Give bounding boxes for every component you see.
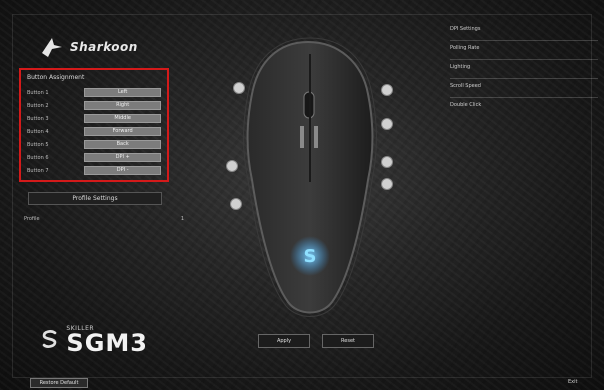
button-assignment-select[interactable]: DPI +: [84, 153, 161, 162]
exit-button[interactable]: Exit: [568, 379, 577, 385]
settings-row[interactable]: DPI Settings: [450, 26, 598, 38]
product-text: SKILLER SGM3: [66, 325, 148, 357]
callout-button-3[interactable]: [381, 118, 393, 130]
button-assignment-select[interactable]: Forward: [84, 127, 161, 136]
brand-logo: Sharkoon: [40, 33, 160, 61]
button-row-6: Button 6 DPI +: [27, 153, 161, 162]
divider: [450, 97, 598, 98]
settings-row-label: Double Click: [450, 102, 482, 108]
action-buttons: Apply Reset: [258, 334, 374, 348]
button-assignment-select[interactable]: Left: [84, 88, 161, 97]
button-row-label: Button 5: [27, 141, 49, 148]
button-row-4: Button 4 Forward: [27, 127, 161, 136]
restore-default-button[interactable]: Restore Default: [30, 378, 88, 388]
settings-row[interactable]: Polling Rate: [450, 45, 598, 57]
button-row-2: Button 2 Right: [27, 101, 161, 110]
button-assignment-title: Button Assignment: [27, 74, 85, 81]
brand-name: Sharkoon: [70, 40, 138, 54]
button-row-7: Button 7 DPI -: [27, 166, 161, 175]
button-row-5: Button 5 Back: [27, 140, 161, 149]
button-assignment-select[interactable]: Right: [84, 101, 161, 110]
button-assignment-select[interactable]: Back: [84, 140, 161, 149]
profile-label: Profile: [24, 216, 40, 222]
apply-button[interactable]: Apply: [258, 334, 310, 348]
product-model: SGM3: [66, 328, 148, 357]
button-row-label: Button 7: [27, 167, 49, 174]
callout-button-5[interactable]: [381, 156, 393, 168]
settings-panel: DPI Settings Polling Rate Lighting Scrol…: [450, 26, 598, 114]
settings-row-label: Scroll Speed: [450, 83, 481, 89]
sharkoon-s-icon: [42, 330, 57, 348]
reset-button[interactable]: Reset: [322, 334, 374, 348]
button-row-label: Button 1: [27, 89, 49, 96]
divider: [450, 78, 598, 79]
product-brand: SKILLER SGM3: [40, 320, 148, 358]
callout-button-6[interactable]: [381, 178, 393, 190]
settings-row[interactable]: Double Click: [450, 102, 598, 114]
settings-row[interactable]: Scroll Speed: [450, 83, 598, 95]
side-button-bottom: [314, 126, 318, 148]
button-assignment-select[interactable]: Middle: [84, 114, 161, 123]
callout-button-1[interactable]: [233, 82, 245, 94]
button-assignment-panel: Button Assignment Button 1 Left Button 2…: [19, 68, 169, 182]
callout-button-7[interactable]: [230, 198, 242, 210]
profile-settings-button[interactable]: Profile Settings: [28, 192, 162, 205]
settings-row-label: Lighting: [450, 64, 471, 70]
profile-row: Profile 1: [24, 216, 184, 224]
mouse-illustration: S: [243, 37, 377, 317]
button-assignment-select[interactable]: DPI -: [84, 166, 161, 175]
led-logo: S: [304, 246, 317, 267]
divider: [450, 40, 598, 41]
app-window: Sharkoon Button Assignment Button 1 Left…: [0, 0, 604, 390]
button-row-label: Button 6: [27, 154, 49, 161]
settings-row-label: DPI Settings: [450, 26, 481, 32]
button-row-label: Button 3: [27, 115, 49, 122]
button-row-1: Button 1 Left: [27, 88, 161, 97]
settings-row-label: Polling Rate: [450, 45, 480, 51]
divider: [450, 59, 598, 60]
callout-button-2[interactable]: [381, 84, 393, 96]
button-row-label: Button 2: [27, 102, 49, 109]
side-button-top: [300, 126, 304, 148]
profile-value[interactable]: 1: [181, 216, 184, 224]
shark-logo-icon: [42, 38, 62, 57]
settings-row[interactable]: Lighting: [450, 64, 598, 76]
callout-button-4[interactable]: [226, 160, 238, 172]
button-row-label: Button 4: [27, 128, 49, 135]
button-row-3: Button 3 Middle: [27, 114, 161, 123]
